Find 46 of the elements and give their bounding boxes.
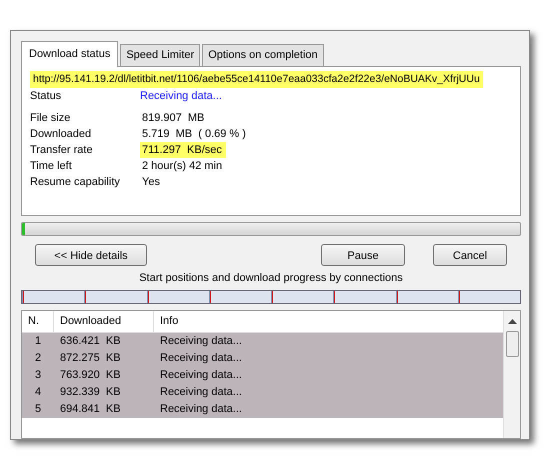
table-row[interactable]: 2 872.275 KB Receiving data... xyxy=(22,350,503,367)
table-cell-text: 872.275 KB xyxy=(59,351,122,366)
table-cell-text: 694.841 KB xyxy=(59,402,122,418)
table-cell-text: 932.339 KB xyxy=(59,385,122,400)
table-cell-text: Receiving data... xyxy=(159,402,243,418)
table-cell-text: Receiving data... xyxy=(159,351,243,366)
column-header: Info xyxy=(159,314,180,330)
table-cell-text: 3 xyxy=(34,368,42,384)
button[interactable]: << Hide details xyxy=(35,244,147,266)
column-header: Downloaded xyxy=(54,311,154,332)
field-value: 819.907 MB xyxy=(141,111,206,126)
field-label: Transfer rate xyxy=(30,143,94,158)
table-cell-text: Receiving data... xyxy=(159,385,243,400)
field-value: 2 hour(s) 42 min xyxy=(141,159,224,174)
table-row[interactable]: 4 932.339 KB Receiving data... xyxy=(22,384,503,401)
table-cell-text: Receiving data... xyxy=(159,368,243,384)
column-header: N. xyxy=(22,311,54,332)
scroll-up-arrow-icon[interactable] xyxy=(508,319,516,325)
table-row[interactable]: 1 636.421 KB Receiving data... xyxy=(22,333,503,350)
tab[interactable]: Download status xyxy=(21,41,118,66)
url-text: http://95.141.19.2/dl/letitbit.net/1106/aebe55ce14110e7eaa033cfa2e2f22e3/eNoBUAKv_XfrjUUu xyxy=(30,70,483,88)
field-label: File size xyxy=(30,111,72,126)
table-row[interactable]: 3 763.920 KB Receiving data... xyxy=(22,367,503,384)
table-cell-text: 636.421 KB xyxy=(59,334,122,350)
scroll-thumb[interactable] xyxy=(506,331,518,357)
status-value: Receiving data... xyxy=(140,89,222,104)
button[interactable]: Cancel xyxy=(433,244,507,266)
field-value: 5.719 MB ( 0.69 % ) xyxy=(141,127,247,142)
table-row[interactable]: 5 694.841 KB Receiving data... xyxy=(22,401,503,418)
table-cell-text: 1 xyxy=(34,334,42,350)
field-label: Resume capability xyxy=(30,175,121,190)
field-label: Time left xyxy=(30,159,73,174)
table-cell-text: Receiving data... xyxy=(159,334,243,350)
table-cell-text: 2 xyxy=(34,351,42,366)
scrollbar[interactable] xyxy=(503,311,520,438)
field-value: Yes xyxy=(141,175,161,190)
table-cell-text: 4 xyxy=(34,385,42,400)
field-value: 711.297 KB/sec xyxy=(140,142,226,158)
tab[interactable]: Options on completion xyxy=(202,44,324,66)
button[interactable]: Pause xyxy=(321,244,405,266)
tab[interactable]: Speed Limiter xyxy=(120,44,200,66)
connections-label: Start positions and download progress by connections xyxy=(138,270,404,286)
table-cell-text: 763.920 KB xyxy=(59,368,122,384)
field-label: Status xyxy=(30,89,62,104)
field-label: Downloaded xyxy=(30,127,92,142)
table-cell-text: 5 xyxy=(34,402,42,418)
